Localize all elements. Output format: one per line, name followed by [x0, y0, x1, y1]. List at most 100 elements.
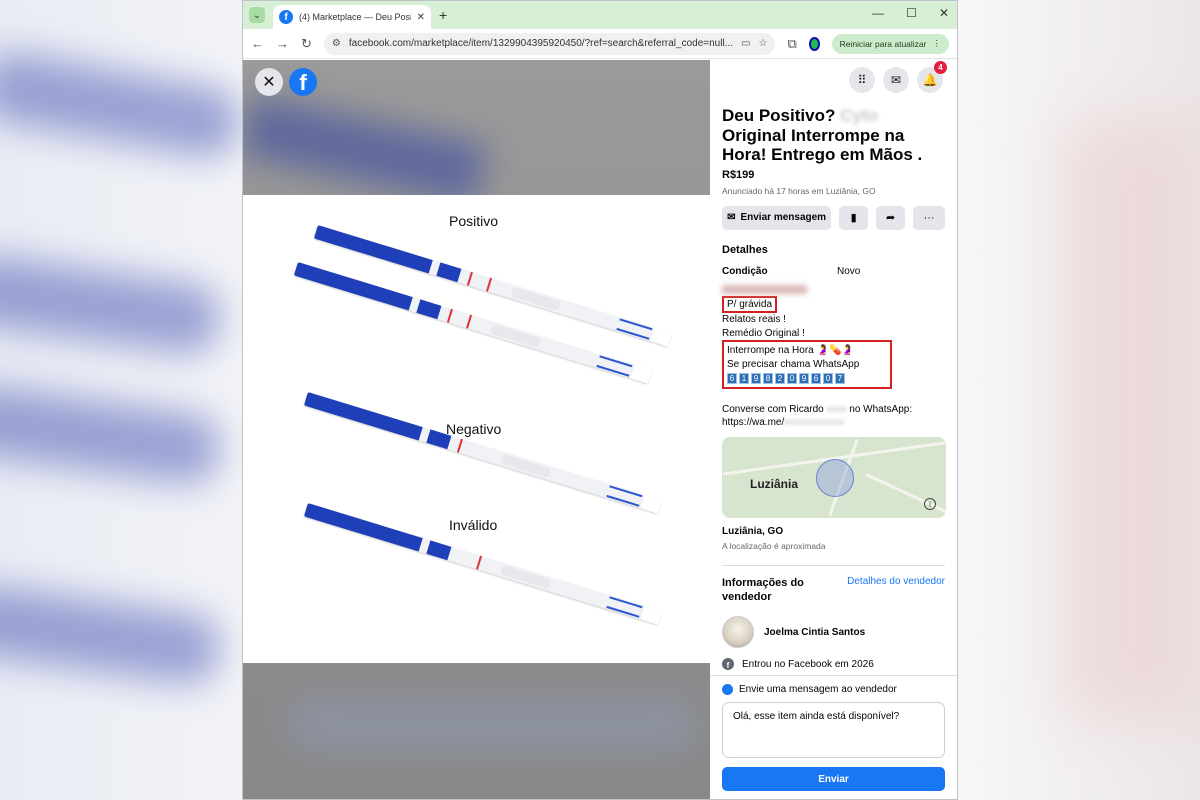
photo-label-positive: Positivo [449, 213, 499, 229]
header-icons: ⠿ ✉ 🔔 4 [710, 60, 957, 100]
desc-line2: Relatos reais ! [722, 314, 786, 325]
message-panel: Envie uma mensagem ao vendedor Olá, esse… [710, 675, 957, 799]
digit: 0 [823, 373, 833, 384]
convo-hidden2: xxxxxxxxxxxx [784, 417, 845, 428]
message-heading-text: Envie uma mensagem ao vendedor [739, 684, 897, 695]
profile-icon[interactable] [808, 36, 820, 51]
listing-sidebar: ⠿ ✉ 🔔 4 Deu Positivo? Cyto Original Inte… [710, 60, 957, 799]
convo-hidden: xxxx [826, 404, 847, 415]
title-hidden: Cyto [840, 106, 878, 125]
reload-icon[interactable]: ↻ [301, 36, 312, 52]
map-city-label: Luziânia [750, 477, 799, 491]
seller-row[interactable]: Joelma Cintia Santos [722, 616, 945, 648]
seller-name[interactable]: Joelma Cintia Santos [764, 627, 865, 638]
update-button[interactable]: Reiniciar para atualizar ⋮ [831, 33, 949, 54]
desc-line5: Se precisar chama WhatsApp [727, 358, 860, 370]
page-content: ✕ f Positivo Negativo Inválido ⠿ ✉ 🔔 4 D… [243, 60, 957, 799]
digit: 6 [727, 373, 737, 384]
send-message-button[interactable]: ✉ Enviar mensagem [722, 205, 832, 230]
new-tab-button[interactable]: + [439, 7, 447, 23]
digit: 2 [775, 373, 785, 384]
digit: 9 [751, 373, 761, 384]
description: P/ grávida Relatos reais ! Remédio Origi… [722, 295, 945, 389]
title-part2: Original Interrompe na Hora! Entrego em … [722, 125, 923, 165]
share-icon: ➦ [886, 212, 896, 224]
bookmark-star-icon[interactable]: ☆ [758, 38, 767, 49]
share-button[interactable]: ➦ [876, 205, 906, 230]
location-approx: A localização é aproximada [722, 541, 826, 551]
title-part1: Deu Positivo? [722, 106, 836, 125]
tab-title: (4) Marketplace — Deu Positivo [299, 12, 411, 22]
back-icon[interactable]: ← [251, 36, 264, 51]
digit: 8 [763, 373, 773, 384]
divider [722, 565, 945, 566]
extensions-icon[interactable]: ⧉ [787, 36, 796, 52]
ellipsis-icon: ··· [923, 211, 935, 224]
blurred-text [722, 284, 807, 294]
browser-window: ⌄ f (4) Marketplace — Deu Positivo ✕ + —… [242, 0, 958, 800]
whatsapp-text: Converse com Ricardo xxxx no WhatsApp: h… [722, 403, 945, 429]
message-input[interactable]: Olá, esse item ainda está disponível? [722, 702, 945, 758]
photo-label-negative: Negativo [446, 421, 502, 437]
location-map[interactable]: Luziânia i [722, 437, 946, 518]
cast-icon[interactable]: ▭ [741, 38, 750, 49]
forward-icon[interactable]: → [276, 36, 289, 51]
messenger-blue-icon [722, 684, 733, 695]
digit: 9 [799, 373, 809, 384]
listed-info: Anunciado há 17 horas em Luziânia, GO [722, 185, 876, 196]
seller-header: Informações do vendedor Detalhes do vend… [722, 576, 945, 604]
condition-label: Condição [722, 265, 768, 277]
photo-label-invalid: Inválido [449, 517, 498, 533]
convo-line1: Converse com Ricardo [722, 404, 824, 415]
photo-viewer: ✕ f Positivo Negativo Inválido [243, 60, 710, 799]
facebook-favicon-icon: f [279, 10, 293, 24]
listing-price: R$199 [722, 168, 755, 181]
highlight-box-pregnant: P/ grávida [722, 295, 778, 313]
address-bar: ← → ↻ ⚙ facebook.com/marketplace/item/13… [243, 29, 957, 59]
digit: 0 [787, 373, 797, 384]
desc-line1: P/ grávida [727, 298, 773, 310]
product-photo: Positivo Negativo Inválido [243, 195, 710, 663]
joined-row: f Entrou no Facebook em 2026 [722, 658, 945, 670]
tab-search-button[interactable]: ⌄ [249, 7, 265, 23]
test-strip-negative [303, 392, 662, 514]
phone-digits: 6 1 9 8 2 0 9 6 0 7 [727, 373, 887, 384]
tab-close-icon[interactable]: ✕ [417, 12, 425, 23]
seller-details-link[interactable]: Detalhes do vendedor [847, 576, 945, 604]
details-heading: Detalhes [722, 243, 768, 256]
info-icon[interactable]: i [924, 498, 936, 510]
seller-avatar[interactable] [722, 616, 754, 648]
convo-line1b: no WhatsApp: [849, 404, 913, 415]
digit: 7 [835, 373, 845, 384]
more-options-button[interactable]: ··· [913, 205, 945, 230]
bookmark-icon: ▮ [850, 212, 857, 224]
site-info-icon[interactable]: ⚙ [332, 38, 341, 49]
tab-bar: ⌄ f (4) Marketplace — Deu Positivo ✕ + —… [243, 1, 957, 29]
minimize-icon[interactable]: — [872, 6, 884, 20]
digit: 6 [811, 373, 821, 384]
save-bookmark-button[interactable]: ▮ [839, 205, 869, 230]
seller-heading: Informações do vendedor [722, 577, 804, 603]
messenger-icon[interactable]: ✉ [883, 67, 909, 93]
notifications-bell-icon[interactable]: 🔔 4 [917, 61, 947, 93]
browser-tab[interactable]: f (4) Marketplace — Deu Positivo ✕ [273, 5, 431, 29]
messenger-small-icon: ✉ [727, 212, 736, 223]
whatsapp-link[interactable]: https://wa.me/ [722, 417, 784, 428]
condition-value: Novo [837, 265, 861, 277]
url-text[interactable]: facebook.com/marketplace/item/1329904395… [349, 38, 733, 49]
listing-title: Deu Positivo? Cyto Original Interrompe n… [722, 106, 945, 165]
desc-line3: Remédio Original ! [722, 327, 805, 339]
close-icon[interactable]: ✕ [255, 68, 283, 96]
location-radius [816, 459, 854, 497]
highlight-box-contact: Interrompe na Hora 🤰💊🤰 Se precisar chama… [722, 340, 892, 389]
close-window-icon[interactable]: ✕ [939, 6, 949, 20]
message-heading: Envie uma mensagem ao vendedor [722, 684, 945, 695]
maximize-icon[interactable]: ☐ [906, 6, 917, 20]
menu-grid-icon[interactable]: ⠿ [849, 67, 875, 93]
facebook-logo-icon[interactable]: f [289, 68, 317, 96]
send-button[interactable]: Enviar [722, 767, 945, 791]
joined-text: Entrou no Facebook em 2026 [742, 658, 874, 670]
condition-row: Condição Novo [722, 266, 945, 277]
omnibox[interactable]: ⚙ facebook.com/marketplace/item/13299043… [323, 32, 776, 55]
facebook-small-icon: f [722, 658, 734, 670]
